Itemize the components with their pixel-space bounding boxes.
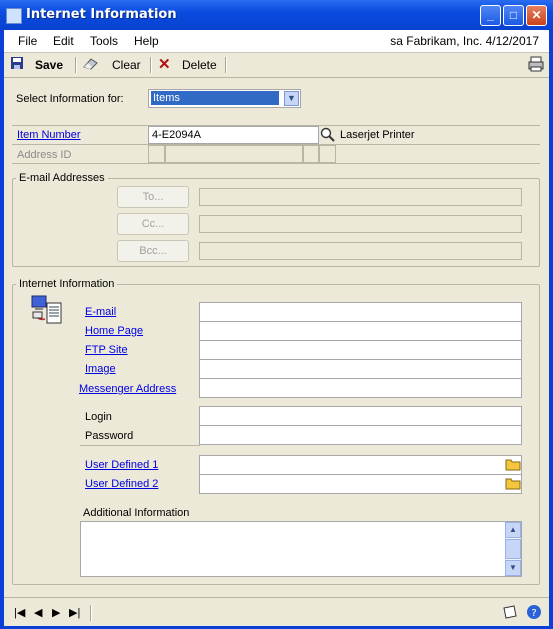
minimize-button[interactable]: _	[480, 5, 501, 26]
address-id-lock-icon	[148, 145, 165, 163]
toolbar-separator	[90, 605, 92, 621]
delete-button[interactable]: Delete	[182, 56, 217, 74]
folder-icon[interactable]	[505, 476, 521, 492]
toolbar-separator	[75, 57, 77, 73]
previous-record-icon[interactable]: ◀	[34, 606, 42, 619]
internet-information-title: Internet Information	[16, 278, 118, 290]
additional-information-textarea[interactable]	[80, 521, 522, 577]
user-defined-2-field[interactable]	[199, 474, 522, 494]
maximize-button[interactable]: □	[503, 5, 524, 26]
email-field[interactable]	[199, 302, 522, 322]
address-id-marker	[303, 145, 319, 163]
internet-information-window: Internet Information _ □ ✕ File Edit Too…	[0, 0, 553, 629]
password-field[interactable]	[199, 425, 522, 445]
next-record-icon[interactable]: ▶	[52, 606, 60, 619]
image-field[interactable]	[199, 359, 522, 379]
login-field[interactable]	[199, 406, 522, 426]
toolbar: Save Clear ✕ Delete	[4, 53, 549, 78]
save-icon[interactable]	[10, 56, 24, 74]
select-information-label: Select Information for:	[16, 93, 124, 105]
select-information-value: Items	[151, 91, 279, 105]
address-id-label: Address ID	[17, 149, 72, 161]
item-description: Laserjet Printer	[340, 129, 415, 141]
delete-icon[interactable]: ✕	[158, 56, 171, 74]
window-icon	[6, 8, 22, 24]
select-information-dropdown[interactable]: Items ▼	[148, 89, 301, 108]
bcc-button[interactable]: Bcc...	[117, 240, 189, 262]
password-label: Password	[85, 430, 134, 442]
scrollbar[interactable]: ▲ ▼	[505, 522, 521, 576]
user-company-date: sa Fabrikam, Inc. 4/12/2017	[390, 34, 539, 48]
menu-tools[interactable]: Tools	[90, 34, 118, 48]
eraser-icon[interactable]	[82, 56, 100, 74]
last-record-icon[interactable]: ▶|	[69, 606, 80, 619]
user-defined-1-link[interactable]: User Defined 1	[85, 459, 158, 471]
menu-file[interactable]: File	[18, 34, 37, 48]
address-id-field	[165, 145, 303, 163]
save-button[interactable]: Save	[35, 56, 63, 74]
svg-text:?: ?	[531, 608, 536, 619]
title-bar[interactable]: Internet Information _ □ ✕	[0, 0, 553, 30]
email-addresses-title: E-mail Addresses	[16, 172, 108, 184]
home-page-link[interactable]: Home Page	[85, 325, 143, 337]
window-client: File Edit Tools Help sa Fabrikam, Inc. 4…	[4, 30, 549, 626]
lookup-icon[interactable]	[319, 126, 336, 144]
user-defined-1-field[interactable]	[199, 455, 522, 475]
divider	[12, 163, 540, 164]
bcc-field	[199, 242, 522, 260]
item-number-field[interactable]: 4-E2094A	[148, 126, 319, 144]
folder-icon[interactable]	[505, 457, 521, 473]
toolbar-separator	[225, 57, 227, 73]
window-title: Internet Information	[26, 7, 177, 22]
additional-information-label: Additional Information	[83, 507, 190, 519]
scroll-down-icon[interactable]: ▼	[505, 560, 521, 576]
first-record-icon[interactable]: |◀	[14, 606, 25, 619]
to-field	[199, 188, 522, 206]
messenger-address-link[interactable]: Messenger Address	[79, 383, 176, 395]
scroll-thumb[interactable]	[505, 539, 521, 559]
note-icon[interactable]	[502, 604, 518, 623]
close-button[interactable]: ✕	[526, 5, 547, 26]
messenger-address-field[interactable]	[199, 378, 522, 398]
image-link[interactable]: Image	[85, 363, 116, 375]
ftp-site-link[interactable]: FTP Site	[85, 344, 128, 356]
toolbar-separator	[150, 57, 152, 73]
user-defined-2-link[interactable]: User Defined 2	[85, 478, 158, 490]
internet-information-icon	[30, 293, 64, 327]
to-button[interactable]: To...	[117, 186, 189, 208]
clear-button[interactable]: Clear	[112, 56, 141, 74]
navigation-bar: |◀ ◀ ▶ ▶| ?	[4, 597, 549, 626]
scroll-up-icon[interactable]: ▲	[505, 522, 521, 538]
help-icon[interactable]: ?	[526, 604, 542, 623]
address-id-lookup-icon	[319, 145, 336, 163]
menu-edit[interactable]: Edit	[53, 34, 74, 48]
menu-bar: File Edit Tools Help sa Fabrikam, Inc. 4…	[4, 30, 549, 53]
chevron-down-icon[interactable]: ▼	[284, 91, 299, 106]
ftp-site-field[interactable]	[199, 340, 522, 360]
item-number-link[interactable]: Item Number	[17, 129, 81, 141]
home-page-field[interactable]	[199, 321, 522, 341]
email-link[interactable]: E-mail	[85, 306, 116, 318]
cc-button[interactable]: Cc...	[117, 213, 189, 235]
cc-field	[199, 215, 522, 233]
menu-help[interactable]: Help	[134, 34, 159, 48]
printer-icon[interactable]	[528, 56, 544, 74]
login-label: Login	[85, 411, 112, 423]
divider	[80, 445, 200, 446]
